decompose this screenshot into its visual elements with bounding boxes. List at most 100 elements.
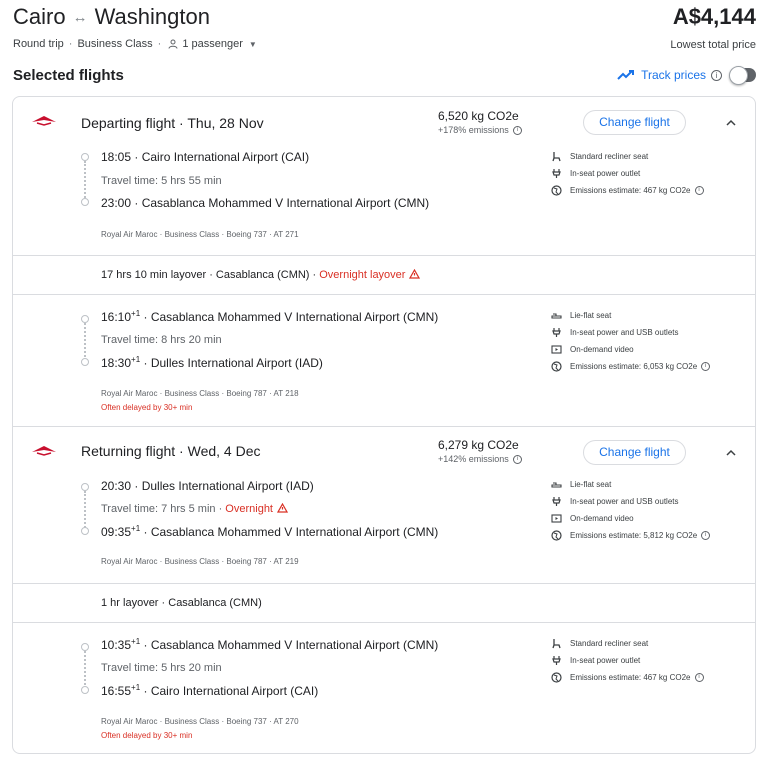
arrival-circle — [81, 358, 89, 366]
arrival-stop: 23:00 · Casablanca Mohammed V Internatio… — [101, 196, 430, 210]
total-price: A$4,144 — [672, 4, 756, 29]
amenity-emissions: Emissions estimate: 467 kg CO2e i — [551, 671, 704, 683]
selected-flights-heading: Selected flights — [13, 67, 124, 84]
travel-time: Travel time: 5 hrs 20 min — [101, 662, 222, 674]
flight-details: Royal Air Maroc · Business Class · Boein… — [101, 389, 299, 398]
amenity-seat: Standard recliner seat — [551, 637, 648, 649]
co2-subtitle: +142% emissions i — [438, 454, 522, 464]
departure-stop: 20:30 · Dulles International Airport (IA… — [101, 479, 314, 493]
chevron-down-icon[interactable]: ▼ — [249, 40, 257, 49]
arrival-stop: 18:30+1 · Dulles International Airport (… — [101, 355, 323, 370]
co2-value: 6,520 kg CO2e — [438, 109, 519, 123]
amenity-power: In-seat power outlet — [551, 167, 640, 179]
delay-warning: Often delayed by 30+ min — [101, 403, 193, 412]
trending-up-icon — [617, 70, 635, 80]
co2-value: 6,279 kg CO2e — [438, 438, 519, 452]
amenity-seat: Lie-flat seat — [551, 309, 611, 321]
arrival-stop: 16:55+1 · Cairo International Airport (C… — [101, 683, 319, 698]
lie-flat-seat-icon — [551, 312, 562, 319]
info-icon[interactable]: i — [711, 69, 722, 81]
change-flight-button[interactable]: Change flight — [583, 440, 686, 465]
amenity-video: On-demand video — [551, 512, 634, 524]
power-plug-icon — [552, 168, 561, 178]
travel-time: Travel time: 5 hrs 55 min — [101, 175, 222, 187]
chevron-up-icon[interactable] — [725, 119, 737, 127]
chevron-up-icon[interactable] — [725, 449, 737, 457]
arrival-circle — [81, 198, 89, 206]
flight-details: Royal Air Maroc · Business Class · Boein… — [101, 717, 299, 726]
trip-type: Round trip — [13, 38, 64, 50]
change-flight-button[interactable]: Change flight — [583, 110, 686, 135]
arrival-circle — [81, 686, 89, 694]
layover-info: 1 hr layover · Casablanca (CMN) — [101, 597, 262, 609]
swap-arrows-icon: ↔ — [72, 8, 88, 26]
departure-stop: 18:05 · Cairo International Airport (CAI… — [101, 150, 310, 164]
power-plug-icon — [552, 655, 561, 665]
amenity-emissions: Emissions estimate: 5,812 kg CO2e i — [551, 529, 711, 541]
departure-circle — [81, 643, 89, 651]
emissions-percent: +178% emissions — [438, 125, 509, 135]
warning-icon — [277, 503, 288, 513]
delay-warning: Often delayed by 30+ min — [101, 731, 193, 740]
flight-details: Royal Air Maroc · Business Class · Boein… — [101, 557, 299, 566]
travel-time: Travel time: 8 hrs 20 min — [101, 334, 222, 346]
video-icon — [551, 344, 562, 354]
track-prices-toggle[interactable] — [729, 66, 756, 85]
departure-circle — [81, 315, 89, 323]
info-icon[interactable]: i — [512, 454, 522, 464]
globe-icon — [551, 529, 562, 541]
info-icon[interactable]: i — [701, 361, 711, 371]
trip-options: Round trip · Business Class · 1 passenge… — [13, 38, 257, 50]
departing-flight-section: Departing flight · Thu, 28 Nov 6,520 kg … — [13, 97, 755, 427]
origin-city: Cairo — [13, 4, 66, 29]
lie-flat-seat-icon — [551, 481, 562, 488]
amenity-seat: Lie-flat seat — [551, 478, 611, 490]
seat-icon — [552, 151, 561, 161]
arrival-stop: 09:35+1 · Casablanca Mohammed V Internat… — [101, 524, 439, 539]
info-icon[interactable]: i — [694, 672, 704, 682]
departure-stop: 10:35+1 · Casablanca Mohammed V Internat… — [101, 637, 439, 652]
departure-stop: 16:10+1 · Casablanca Mohammed V Internat… — [101, 309, 439, 324]
overnight-warning: Overnight — [225, 503, 273, 515]
route-title: Cairo ↔ Washington — [13, 4, 210, 30]
globe-icon — [551, 360, 562, 372]
power-plug-icon — [552, 327, 561, 337]
price-subtitle: Lowest total price — [670, 39, 756, 51]
airline-logo-icon — [32, 446, 56, 456]
amenity-video: On-demand video — [551, 343, 634, 355]
person-icon — [168, 39, 178, 49]
departure-circle — [81, 483, 89, 491]
route-dots — [84, 323, 86, 361]
track-prices[interactable]: Track prices i — [617, 66, 756, 85]
power-plug-icon — [552, 496, 561, 506]
returning-flight-section: Returning flight · Wed, 4 Dec 6,279 kg C… — [13, 427, 755, 755]
arrival-circle — [81, 527, 89, 535]
amenity-power: In-seat power outlet — [551, 654, 640, 666]
info-icon[interactable]: i — [512, 125, 522, 135]
info-icon[interactable]: i — [701, 530, 711, 540]
info-icon[interactable]: i — [694, 185, 704, 195]
overnight-warning: Overnight layover — [319, 269, 406, 281]
track-prices-label[interactable]: Track prices — [641, 68, 706, 82]
airline-logo-icon — [32, 116, 56, 126]
globe-icon — [551, 184, 562, 196]
globe-icon — [551, 671, 562, 683]
trip-header: Cairo ↔ Washington A$4,144 Round trip · … — [13, 4, 756, 58]
amenity-power: In-seat power and USB outlets — [551, 326, 679, 338]
destination-city: Washington — [94, 4, 210, 29]
video-icon — [551, 513, 562, 523]
amenity-seat: Standard recliner seat — [551, 150, 648, 162]
emissions-percent: +142% emissions — [438, 454, 509, 464]
selected-flights-card: Departing flight · Thu, 28 Nov 6,520 kg … — [12, 96, 756, 754]
amenity-emissions: Emissions estimate: 6,053 kg CO2e i — [551, 360, 711, 372]
layover-info: 17 hrs 10 min layover · Casablanca (CMN)… — [101, 269, 421, 281]
route-dots — [84, 651, 86, 689]
warning-icon — [409, 269, 421, 279]
departure-circle — [81, 153, 89, 161]
passenger-selector[interactable]: 1 passenger — [182, 38, 243, 50]
amenity-power: In-seat power and USB outlets — [551, 495, 679, 507]
amenity-emissions: Emissions estimate: 467 kg CO2e i — [551, 184, 704, 196]
route-dots — [84, 491, 86, 531]
returning-flight-title: Returning flight · Wed, 4 Dec — [81, 443, 261, 459]
co2-subtitle: +178% emissions i — [438, 125, 522, 135]
